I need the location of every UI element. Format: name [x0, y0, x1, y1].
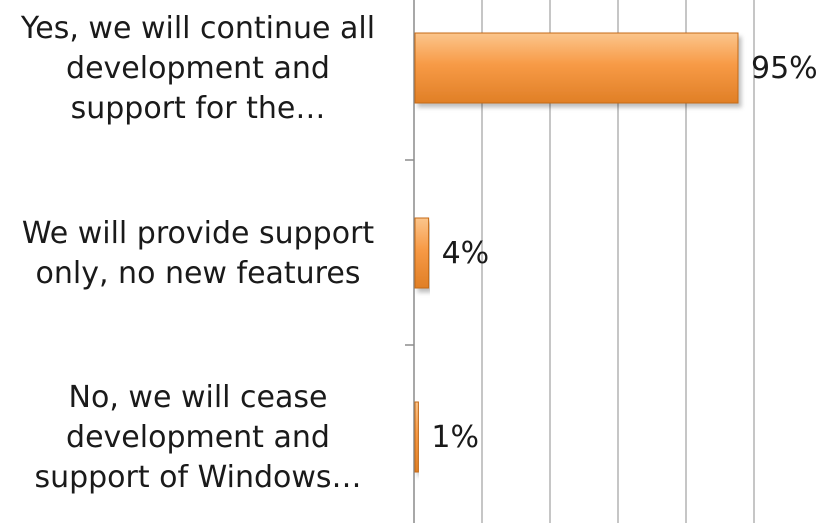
- category-labels: Yes, we will continue all development and…: [20, 11, 375, 495]
- data-label-2: 4%: [442, 236, 490, 271]
- category-label-2: We will provide support only, no new feat…: [22, 216, 375, 291]
- category-axis: [405, 0, 415, 523]
- bar-chart: Yes, we will continue all development and…: [20, 0, 816, 523]
- bar-1: [414, 32, 739, 104]
- data-label-3: 1%: [431, 420, 479, 455]
- data-labels: 95% 4% 1%: [431, 51, 816, 455]
- bar-2: [414, 217, 430, 289]
- bar-3: [414, 401, 419, 473]
- data-label-1: 95%: [751, 51, 816, 86]
- category-label-1: Yes, we will continue all development and…: [20, 11, 375, 126]
- category-label-3: No, we will cease development and support …: [34, 380, 361, 495]
